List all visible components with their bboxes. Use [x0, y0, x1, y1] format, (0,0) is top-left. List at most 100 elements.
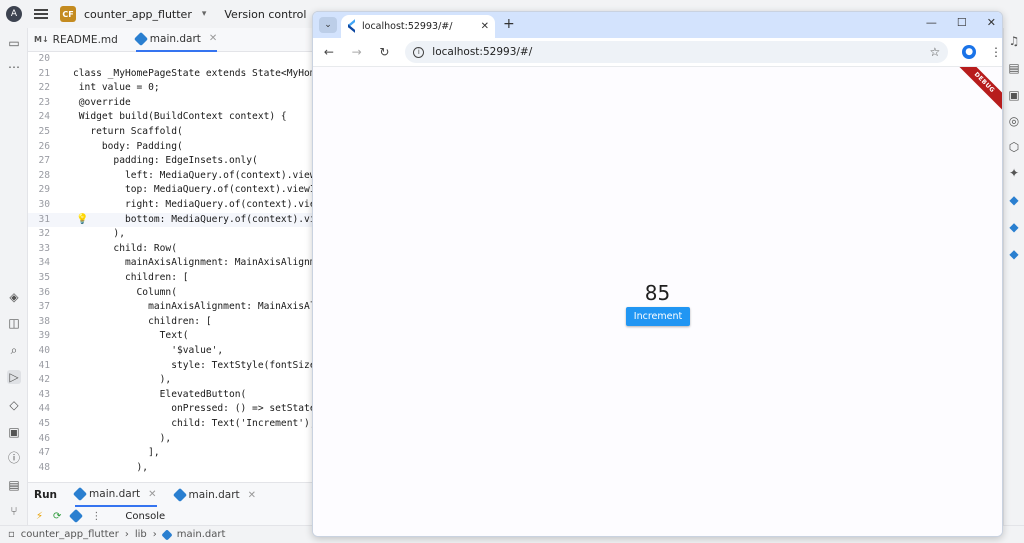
profile-icon[interactable]: ●	[962, 45, 977, 59]
code-line[interactable]: 26 body: Padding(	[28, 140, 318, 155]
terminal-icon[interactable]: ▤	[7, 478, 21, 492]
code-text[interactable]: mainAxisAlignment: MainAxisAlig	[73, 300, 318, 315]
code-line[interactable]: 46 ),	[28, 432, 318, 447]
code-text[interactable]: body: Padding(	[73, 140, 183, 155]
code-line[interactable]: 21 class _MyHomePageState extends State<M…	[28, 67, 318, 82]
console-tab[interactable]: Console	[125, 511, 165, 522]
code-text[interactable]: ElevatedButton(	[73, 388, 247, 403]
breadcrumb-project[interactable]: counter_app_flutter	[21, 529, 119, 540]
hot-restart-icon[interactable]: ⟳	[53, 511, 61, 522]
hot-reload-icon[interactable]: ⚡	[36, 511, 43, 522]
code-text[interactable]: ),	[73, 227, 125, 242]
code-text[interactable]: left: MediaQuery.of(context).viewIn	[73, 169, 318, 184]
code-text[interactable]: @override	[73, 96, 131, 111]
code-text[interactable]: ),	[73, 432, 172, 447]
code-line[interactable]: 38 children: [	[28, 315, 318, 330]
inspector-icon[interactable]: ⌕	[7, 343, 21, 357]
code-text[interactable]: bottom: MediaQuery.of(context).view	[73, 213, 318, 228]
reload-icon[interactable]: ↻	[378, 45, 392, 59]
notifications-icon[interactable]: ♫	[1007, 34, 1021, 48]
python-icon[interactable]: ◎	[1007, 114, 1021, 128]
run-tab-main-dart-2[interactable]: main.dart ✕	[172, 483, 256, 507]
code-text[interactable]: int value = 0;	[73, 81, 160, 96]
code-line[interactable]: 23 @override	[28, 96, 318, 111]
code-line[interactable]: 28 left: MediaQuery.of(context).viewIn	[28, 169, 318, 184]
code-line[interactable]: 35 children: [	[28, 271, 318, 286]
code-line[interactable]: 40 '$value',	[28, 344, 318, 359]
gradle-icon[interactable]: ⬡	[1007, 140, 1021, 154]
breadcrumb-file[interactable]: main.dart	[177, 529, 226, 540]
code-text[interactable]: Column(	[73, 286, 177, 301]
forward-icon[interactable]: →	[350, 45, 364, 59]
bookmark-star-icon[interactable]: ☆	[929, 45, 940, 59]
code-text[interactable]: class _MyHomePageState extends State<MyH…	[73, 67, 318, 82]
minimize-icon[interactable]: —	[926, 16, 937, 29]
code-text[interactable]: child: Text('Increment'),	[73, 417, 315, 432]
back-icon[interactable]: ←	[322, 45, 336, 59]
code-line[interactable]: 29 top: MediaQuery.of(context).viewIns	[28, 183, 318, 198]
project-name[interactable]: counter_app_flutter	[84, 8, 192, 21]
code-line[interactable]: 24 Widget build(BuildContext context) {	[28, 110, 318, 125]
code-line[interactable]: 30 right: MediaQuery.of(context).viewI	[28, 198, 318, 213]
code-line[interactable]: 47 ],	[28, 446, 318, 461]
code-line[interactable]: 36 Column(	[28, 286, 318, 301]
code-line[interactable]: 44 onPressed: () => setState((	[28, 402, 318, 417]
more-options-icon[interactable]: ⋮	[91, 511, 101, 522]
diamond-icon[interactable]: ◇	[7, 398, 21, 412]
code-line[interactable]: 34 mainAxisAlignment: MainAxisAlignmen	[28, 256, 318, 271]
services-icon[interactable]: ▣	[7, 425, 21, 439]
breadcrumb-folder[interactable]: lib	[135, 529, 147, 540]
flutter-inspector-icon[interactable]: ◆	[1007, 247, 1021, 261]
code-text[interactable]: ],	[73, 446, 160, 461]
version-control-menu[interactable]: Version control	[224, 8, 306, 21]
close-window-icon[interactable]: ✕	[987, 16, 996, 29]
tab-readme[interactable]: M↓ README.md	[34, 28, 118, 52]
code-text[interactable]: onPressed: () => setState((	[73, 402, 318, 417]
code-line[interactable]: 45 child: Text('Increment'),	[28, 417, 318, 432]
code-line[interactable]: 25 return Scaffold(	[28, 125, 318, 140]
chevron-down-icon[interactable]: ▾	[202, 9, 207, 19]
tab-main-dart[interactable]: main.dart ✕	[133, 28, 218, 52]
code-text[interactable]: children: [	[73, 315, 212, 330]
main-menu-icon[interactable]	[34, 9, 48, 19]
code-line[interactable]: 39 Text(	[28, 329, 318, 344]
devtools-icon[interactable]	[69, 508, 84, 524]
tab-search-icon[interactable]: ⌄	[319, 17, 337, 33]
folder-icon[interactable]: ▭	[7, 36, 21, 50]
code-text[interactable]: style: TextStyle(fontSize:	[73, 359, 318, 374]
close-icon[interactable]: ✕	[148, 489, 156, 500]
run-icon[interactable]: ▷	[7, 370, 21, 384]
browser-tab[interactable]: localhost:52993/#/ ✕	[341, 15, 495, 38]
more-icon[interactable]: ⋯	[7, 60, 21, 74]
browser-menu-icon[interactable]: ⋮	[990, 45, 1002, 59]
code-text[interactable]: right: MediaQuery.of(context).viewI	[73, 198, 318, 213]
address-bar[interactable]: i localhost:52993/#/ ☆	[405, 41, 949, 63]
url-text[interactable]: localhost:52993/#/	[432, 46, 921, 58]
problems-icon[interactable]: ⓘ	[7, 451, 21, 465]
code-line[interactable]: 31 💡 bottom: MediaQuery.of(context).view	[28, 212, 318, 228]
code-line[interactable]: 27 padding: EdgeInsets.only(	[28, 154, 318, 169]
code-line[interactable]: 43 ElevatedButton(	[28, 388, 318, 403]
code-editor[interactable]: 20 21 class _MyHomePageState extends State…	[28, 52, 318, 482]
code-line[interactable]: 42 ),	[28, 373, 318, 388]
code-text[interactable]: padding: EdgeInsets.only(	[73, 154, 257, 169]
close-icon[interactable]: ✕	[209, 33, 217, 44]
flutter-outline-icon[interactable]: ◆	[1007, 193, 1021, 207]
close-icon[interactable]: ✕	[481, 21, 489, 32]
maximize-icon[interactable]: ☐	[957, 16, 967, 29]
increment-button[interactable]: Increment	[626, 307, 690, 326]
layers-icon[interactable]: ◫	[7, 316, 21, 330]
code-text[interactable]: return Scaffold(	[73, 125, 182, 140]
code-text[interactable]: child: Row(	[73, 242, 177, 257]
structure-icon[interactable]: ▤	[1007, 61, 1021, 75]
code-text[interactable]: '$value',	[73, 344, 223, 359]
flutter-performance-icon[interactable]: ◆	[1007, 220, 1021, 234]
device-manager-icon[interactable]: ▣	[1007, 88, 1021, 102]
code-text[interactable]: mainAxisAlignment: MainAxisAlignmen	[73, 256, 318, 271]
close-icon[interactable]: ✕	[248, 490, 256, 501]
code-text[interactable]: Widget build(BuildContext context) {	[73, 110, 287, 125]
ide-logo-icon[interactable]: A	[6, 6, 22, 22]
ai-assistant-icon[interactable]: ✦	[1007, 166, 1021, 180]
git-icon[interactable]: ⑂	[7, 504, 21, 518]
project-badge[interactable]: CF	[60, 6, 76, 22]
